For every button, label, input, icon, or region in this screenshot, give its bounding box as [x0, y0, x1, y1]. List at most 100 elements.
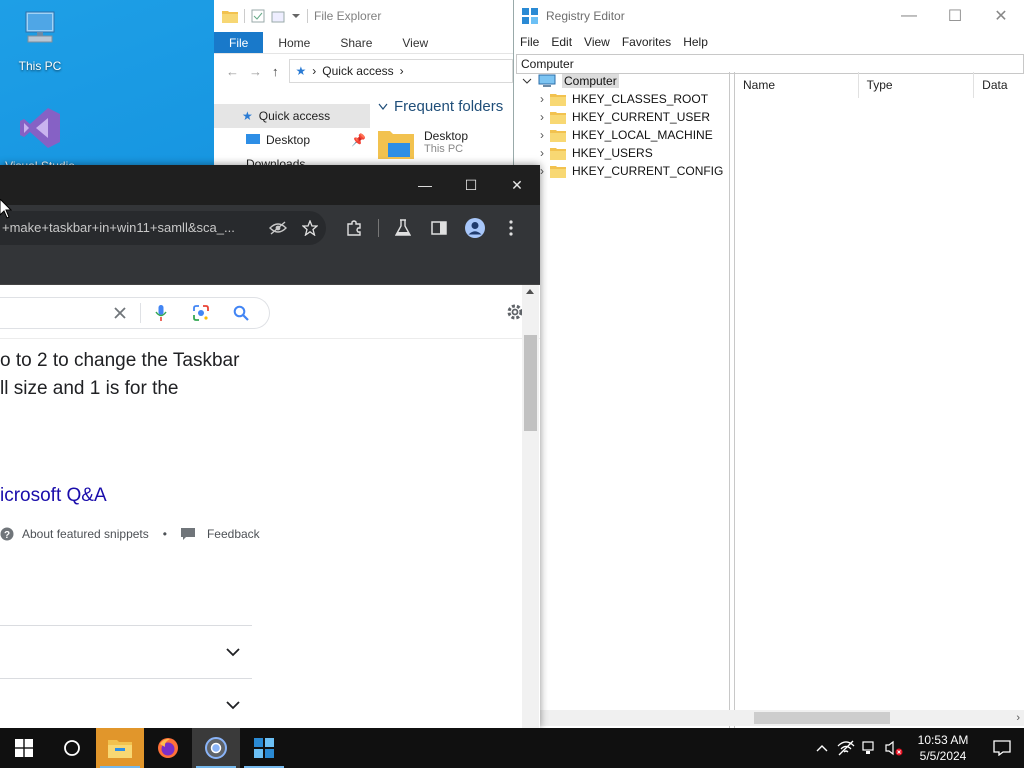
chevron-right-icon[interactable]: › [540, 92, 544, 106]
star-icon[interactable] [294, 219, 326, 236]
vertical-scrollbar[interactable] [522, 285, 539, 728]
close-button[interactable]: ✕ [494, 165, 540, 205]
chevron-right-icon[interactable]: › [540, 146, 544, 160]
properties-icon[interactable] [251, 9, 265, 23]
clear-search-icon[interactable] [100, 306, 140, 320]
explorer-ribbon: File Home Share View [214, 32, 513, 54]
nav-item-desktop[interactable]: Desktop 📌 [214, 128, 370, 152]
labs-flask-icon[interactable] [385, 210, 421, 246]
tree-node-hkey-classes-root[interactable]: › HKEY_CLASSES_ROOT [516, 90, 729, 108]
tree-node-computer[interactable]: Computer [516, 72, 729, 90]
horizontal-scrollbar[interactable]: ‹ › [516, 710, 1024, 726]
search-box[interactable] [0, 297, 270, 329]
more-menu-icon[interactable] [493, 210, 529, 246]
tree-node-label: HKEY_CLASSES_ROOT [572, 92, 709, 106]
tree-node-hkey-current-user[interactable]: › HKEY_CURRENT_USER [516, 108, 729, 126]
folder-tile-desktop[interactable]: Desktop This PC [378, 129, 513, 159]
tree-node-label: HKEY_CURRENT_CONFIG [572, 164, 724, 178]
chevron-right-icon[interactable]: › [540, 128, 544, 142]
close-button[interactable]: ✕ [978, 0, 1024, 32]
chevron-down-icon[interactable] [522, 76, 532, 86]
search-icon[interactable] [221, 305, 261, 321]
feedback-link[interactable]: Feedback [207, 527, 260, 541]
tree-node-label: HKEY_LOCAL_MACHINE [572, 128, 713, 142]
chevron-down-icon[interactable] [291, 11, 301, 21]
column-header-name[interactable]: Name [735, 72, 859, 98]
desktop-icon-visual-studio[interactable]: Visual Studio [2, 104, 78, 173]
back-arrow-icon[interactable]: ← [226, 64, 239, 79]
ribbon-tab-file[interactable]: File [214, 32, 264, 53]
taskbar-registry-editor[interactable] [240, 728, 288, 768]
minimize-button[interactable]: — [886, 0, 932, 32]
menu-file[interactable]: File [520, 35, 539, 49]
tree-node-hkey-users[interactable]: › HKEY_USERS [516, 144, 729, 162]
start-button[interactable] [0, 728, 48, 768]
show-hidden-icons-chevron-up-icon[interactable] [810, 728, 834, 768]
eye-off-icon[interactable] [262, 220, 294, 235]
column-header-type[interactable]: Type [859, 72, 975, 98]
address-bar[interactable]: +make+taskbar+in+win11+samll&sca_... [0, 210, 326, 245]
notification-center-icon[interactable] [980, 728, 1024, 768]
scroll-right-icon[interactable]: › [1016, 712, 1020, 724]
ribbon-tab-share[interactable]: Share [325, 32, 387, 53]
network-monitor-icon[interactable] [858, 728, 882, 768]
feedback-icon[interactable] [180, 528, 195, 540]
side-panel-icon[interactable] [421, 210, 457, 246]
explorer-titlebar: File Explorer [214, 0, 513, 32]
network-disconnected-icon[interactable] [834, 728, 858, 768]
desktop-icon-this-pc[interactable]: This PC [2, 8, 78, 73]
task-view-circle-icon [64, 740, 80, 756]
menu-help[interactable]: Help [683, 35, 708, 49]
taskbar-firefox[interactable] [144, 728, 192, 768]
up-arrow-icon[interactable]: ↑ [272, 64, 279, 79]
new-folder-icon[interactable] [271, 9, 285, 23]
folder-name: Desktop [424, 129, 469, 143]
scrollbar-thumb[interactable] [524, 335, 537, 431]
scroll-up-icon[interactable] [526, 289, 534, 294]
taskbar-chrome[interactable] [192, 728, 240, 768]
desktop-folder-icon [246, 134, 260, 144]
frequent-folders-heading[interactable]: Frequent folders [378, 98, 513, 115]
column-header-data[interactable]: Data [974, 72, 1024, 98]
chrome-toolbar: +make+taskbar+in+win11+samll&sca_... [0, 205, 540, 250]
chevron-right-icon[interactable]: › [540, 164, 544, 178]
nav-item-quick-access[interactable]: ★ Quick access [214, 104, 370, 128]
scrollbar-thumb[interactable] [754, 712, 890, 724]
address-path: Quick access [322, 64, 394, 78]
menu-view[interactable]: View [584, 35, 610, 49]
chevron-down-icon [226, 700, 240, 709]
regedit-menubar: File Edit View Favorites Help [514, 32, 1024, 52]
microphone-icon[interactable] [141, 304, 181, 322]
extensions-icon[interactable] [336, 210, 372, 246]
minimize-button[interactable]: — [402, 165, 448, 205]
chevron-right-icon: › [312, 64, 317, 78]
people-also-ask-row[interactable] [0, 678, 252, 728]
maximize-button[interactable]: ☐ [932, 0, 978, 32]
quick-access-star-icon: ★ [295, 64, 307, 78]
taskbar-clock[interactable]: 10:53 AM 5/5/2024 [906, 732, 980, 764]
forward-arrow-icon[interactable]: → [249, 64, 262, 79]
menu-edit[interactable]: Edit [551, 35, 572, 49]
people-also-ask-row[interactable] [0, 625, 252, 678]
tree-node-hkey-local-machine[interactable]: › HKEY_LOCAL_MACHINE [516, 126, 729, 144]
help-circle-icon[interactable]: ? [0, 527, 14, 541]
google-lens-icon[interactable] [181, 304, 221, 322]
result-link-title[interactable]: icrosoft Q&A [0, 485, 107, 507]
ribbon-tab-home[interactable]: Home [263, 32, 325, 53]
taskbar-file-explorer[interactable] [96, 728, 144, 768]
tree-node-hkey-current-config[interactable]: › HKEY_CURRENT_CONFIG [516, 162, 729, 180]
menu-favorites[interactable]: Favorites [622, 35, 671, 49]
chevron-right-icon[interactable]: › [540, 110, 544, 124]
explorer-address-bar[interactable]: ★ › Quick access › [288, 59, 513, 83]
regedit-address-bar[interactable]: Computer [516, 54, 1024, 74]
maximize-button[interactable]: ☐ [448, 165, 494, 205]
profile-avatar-icon[interactable] [457, 210, 493, 246]
folder-icon [550, 111, 566, 124]
about-featured-snippets-link[interactable]: About featured snippets [22, 527, 149, 541]
volume-muted-icon[interactable] [882, 728, 906, 768]
quick-access-star-icon: ★ [242, 109, 253, 123]
ribbon-tab-view[interactable]: View [387, 32, 443, 53]
chevron-down-icon [226, 647, 240, 656]
explorer-nav-pane: ★ Quick access Desktop 📌 Downloads [214, 104, 370, 168]
task-view-button[interactable] [48, 728, 96, 768]
